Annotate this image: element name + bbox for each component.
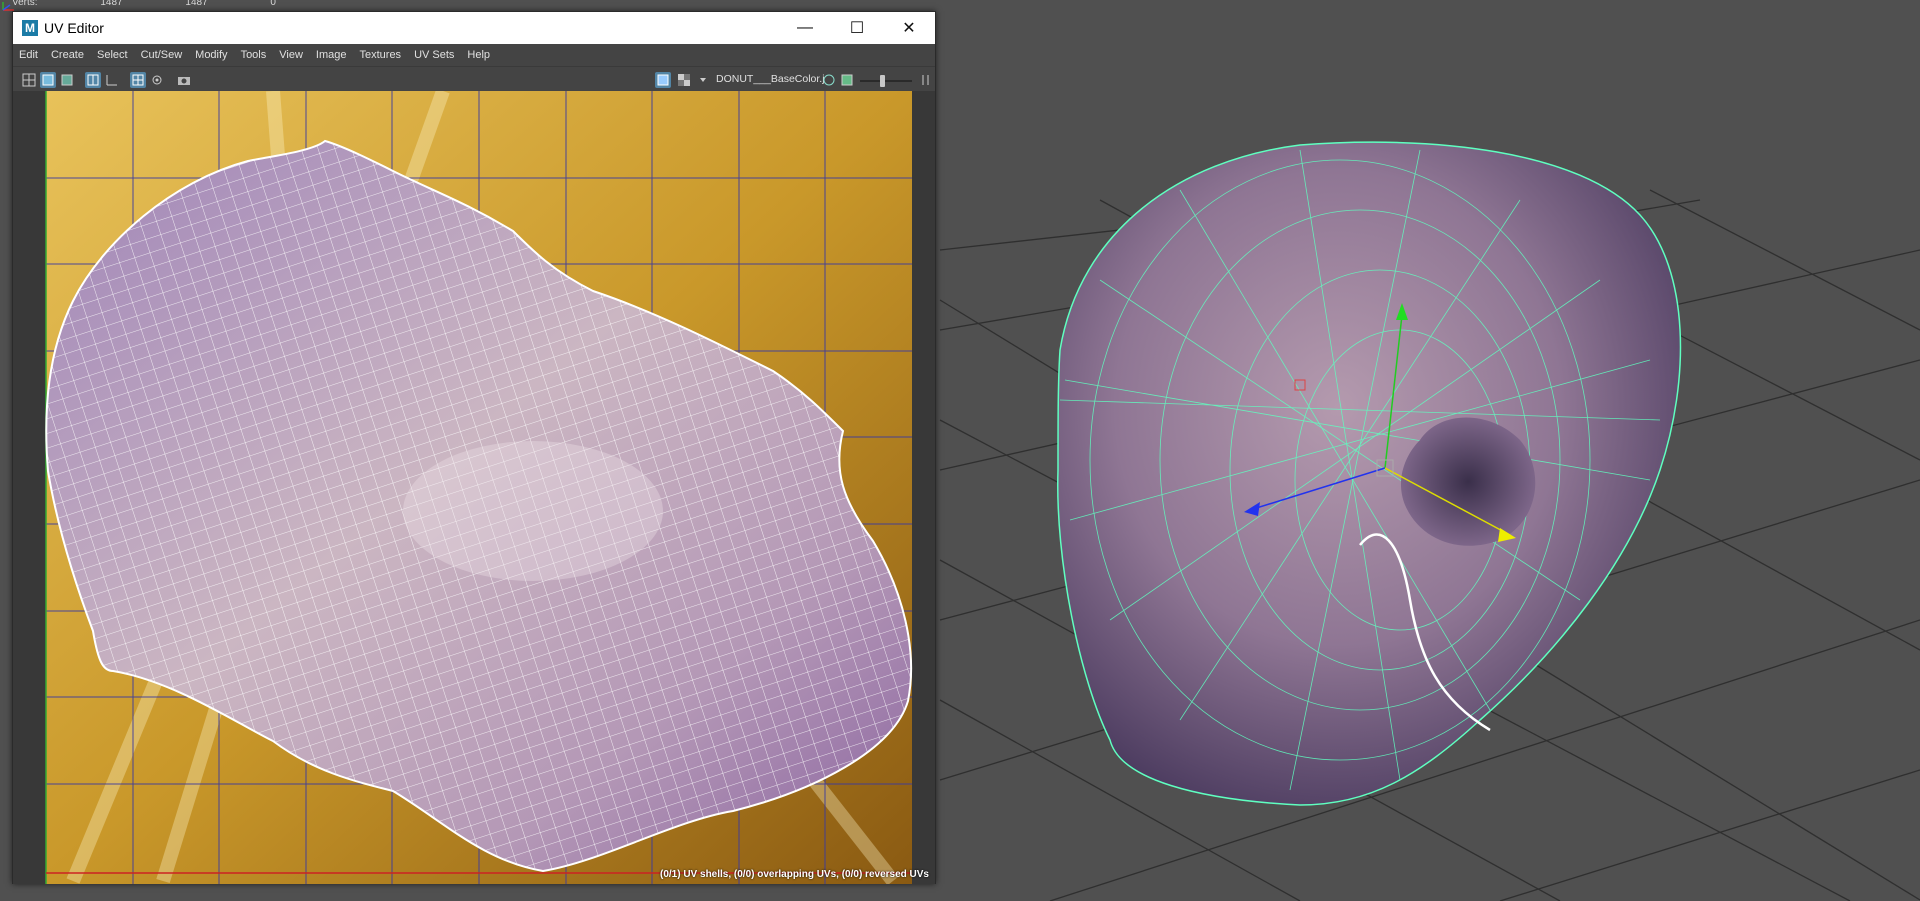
close-button[interactable]: ✕ — [883, 12, 935, 44]
image-display-icon[interactable] — [40, 72, 56, 88]
menu-help[interactable]: Help — [467, 49, 490, 61]
menu-view[interactable]: View — [279, 49, 303, 61]
toolbar-overflow-icon[interactable] — [918, 72, 934, 88]
menu-edit[interactable]: Edit — [19, 49, 38, 61]
chevron-down-icon[interactable] — [695, 72, 711, 88]
checker-icon[interactable] — [676, 72, 692, 88]
titlebar[interactable]: M UV Editor — ☐ ✕ — [13, 12, 935, 44]
uv-toolkit-icon[interactable] — [21, 72, 37, 88]
verts-value-c: 0 — [270, 0, 276, 8]
menu-create[interactable]: Create — [51, 49, 84, 61]
uv-toolbar: DONUT___BaseColor.j — [13, 66, 935, 91]
distortion-icon[interactable] — [104, 72, 120, 88]
exposure-slider-handle[interactable] — [880, 75, 885, 87]
menu-tools[interactable]: Tools — [241, 49, 267, 61]
maya-logo-icon: M — [22, 20, 38, 36]
menu-image[interactable]: Image — [316, 49, 347, 61]
texture-swatch-icon[interactable] — [655, 72, 671, 88]
grid-icon[interactable] — [130, 72, 146, 88]
dim-image-icon[interactable] — [59, 72, 75, 88]
uv-canvas[interactable]: (0/1) UV shells, (0/0) overlapping UVs, … — [13, 91, 935, 884]
window-controls: — ☐ ✕ — [779, 12, 935, 44]
menu-uv-sets[interactable]: UV Sets — [414, 49, 454, 61]
verts-value-a: 1487 — [100, 0, 123, 8]
verts-value-b: 1487 — [185, 0, 208, 8]
menu-cut-sew[interactable]: Cut/Sew — [141, 49, 183, 61]
uv-texture-view — [45, 91, 913, 884]
exposure-slider-track[interactable] — [860, 80, 912, 82]
uv-status-text: (0/1) UV shells, (0/0) overlapping UVs, … — [660, 869, 929, 880]
menu-select[interactable]: Select — [97, 49, 128, 61]
minimize-button[interactable]: — — [779, 12, 831, 44]
poly-count-hud: Verts: 1487 1487 0 — [12, 0, 336, 8]
window-title: UV Editor — [44, 20, 104, 36]
menubar: Edit Create Select Cut/Sew Modify Tools … — [13, 44, 935, 65]
menu-modify[interactable]: Modify — [195, 49, 227, 61]
image-ratio-icon[interactable] — [839, 72, 855, 88]
shaded-uv-icon[interactable] — [85, 72, 101, 88]
texture-file-name[interactable]: DONUT___BaseColor.j — [716, 73, 825, 85]
maximize-button[interactable]: ☐ — [831, 12, 883, 44]
shell-highlight — [403, 441, 663, 581]
uv-editor-window[interactable]: M UV Editor — ☐ ✕ Edit Create Select Cut… — [12, 11, 936, 884]
menu-textures[interactable]: Textures — [359, 49, 401, 61]
snap-icon[interactable] — [149, 72, 165, 88]
camera-icon[interactable] — [176, 72, 192, 88]
refresh-texture-icon[interactable] — [821, 72, 837, 88]
